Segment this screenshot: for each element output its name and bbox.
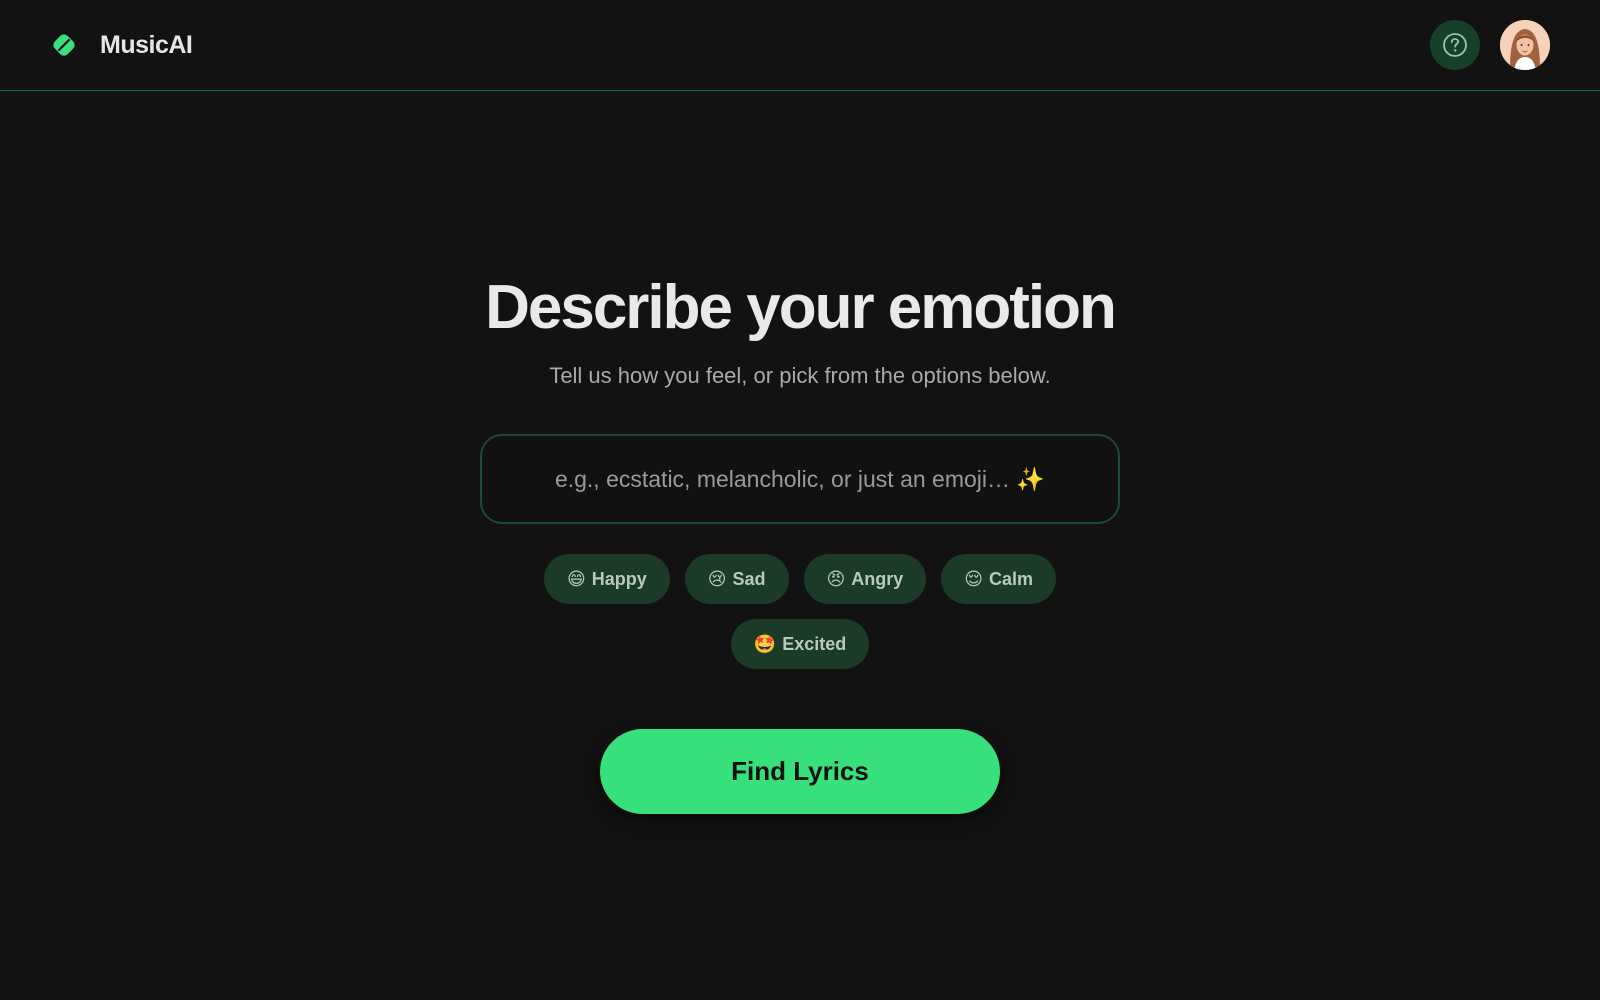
chip-angry[interactable]: 😠 Angry [803, 554, 927, 604]
chip-calm[interactable]: 😌 Calm [941, 554, 1057, 604]
top-navigation-bar: MusicAI [0, 0, 1600, 91]
chip-label: Excited [782, 633, 847, 654]
chip-label: Calm [989, 568, 1034, 589]
avatar-portrait [1500, 20, 1550, 70]
emotion-chips-row: 😄 Happy 😢 Sad 😠 Angry 😌 Calm [0, 554, 1600, 604]
emotion-chips-row: 🤩 Excited [0, 619, 1600, 669]
chip-label: Angry [851, 568, 904, 589]
chip-label: Sad [732, 568, 766, 589]
question-circle-icon [1443, 33, 1467, 57]
chip-label: Happy [591, 568, 647, 589]
chip-happy[interactable]: 😄 Happy [543, 554, 670, 604]
chip-excited[interactable]: 🤩 Excited [730, 619, 870, 669]
angry-emoji-icon: 😠 [826, 568, 846, 590]
help-button[interactable] [1430, 20, 1480, 70]
brand[interactable]: MusicAI [50, 28, 193, 62]
excited-emoji-icon: 🤩 [753, 633, 777, 655]
find-lyrics-button[interactable]: Find Lyrics [600, 729, 1000, 814]
sad-emoji-icon: 😢 [707, 568, 727, 590]
happy-emoji-icon: 😄 [566, 568, 586, 590]
guitar-pick-icon [53, 34, 75, 56]
page-subtitle: Tell us how you feel, or pick from the o… [549, 363, 1051, 388]
chip-sad[interactable]: 😢 Sad [684, 554, 789, 604]
page-title: Describe your emotion [485, 273, 1117, 342]
user-avatar[interactable] [1500, 20, 1550, 70]
calm-emoji-icon: 😌 [964, 568, 984, 590]
app-name: MusicAI [100, 30, 193, 59]
emotion-input[interactable] [480, 434, 1120, 524]
